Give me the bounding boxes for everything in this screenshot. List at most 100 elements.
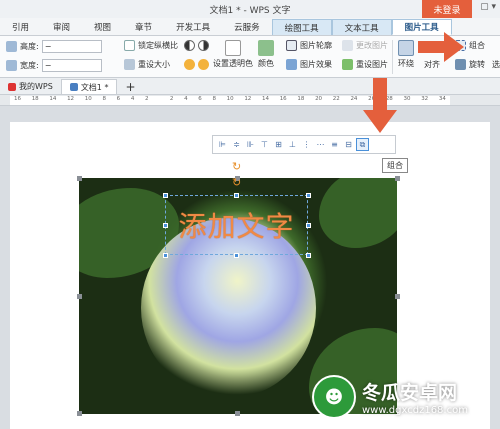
menu-cloud[interactable]: 云服务 [222,19,272,35]
ruler-tick-label: 8 [212,96,216,102]
align-right-icon[interactable]: ⊪ [244,138,257,151]
height-control: 高度: − [6,40,102,53]
effect-icon [286,59,297,70]
horizontal-ruler[interactable]: 16 18 14 12 10 8 6 4 2 2 4 6 8 10 12 14 16 18 20 22 24 26 28 30… [0,95,500,106]
textbox-handle[interactable] [234,253,239,258]
ruler-tick-label: 4 [130,96,135,102]
menu-developer[interactable]: 开发工具 [164,19,222,35]
doc-icon [69,83,78,91]
ruler-tick-label: 6 [198,96,202,102]
ruler-tick-label: 18 [297,96,305,102]
ruler-tick-label: 30 [403,96,411,102]
lock-ratio-label: 锁定纵横比 [138,41,178,50]
menu-view[interactable]: 视图 [82,19,123,35]
ruler-tick-label: 10 [84,96,92,102]
stack-icon[interactable]: ≡ [328,138,341,151]
wrap-icon [398,40,414,56]
color-button[interactable]: 颜色 [258,40,274,69]
select-label: 选 [492,60,500,69]
menu-references[interactable]: 引用 [0,19,41,35]
floating-align-toolbar: ⊫ ≑ ⊪ ⊤ ⊞ ⊥ ⋮ ⋯ ≡ ⊟ ⧉ [212,135,396,154]
sun-buttons[interactable] [184,59,209,70]
reset-picture-button[interactable]: 重设图片 [342,59,388,70]
reset-size-label: 重设大小 [138,60,170,69]
outline-icon [286,40,297,51]
picture-effect-button[interactable]: 图片效果 [286,59,332,70]
text-box-content[interactable]: 添加文字 [178,205,294,245]
reset-size-button[interactable]: 重设大小 [124,59,170,70]
height-label: 高度: [20,42,39,51]
change-picture-button[interactable]: 更改图片 [342,40,388,51]
transparent-color-button[interactable]: 设置透明色 [213,40,253,69]
rotate-label: 旋转 [469,60,485,69]
ruler-tick-label: 12 [244,96,252,102]
textbox-handle[interactable] [163,223,168,228]
watermark-title: 冬瓜安卓网 [362,382,458,404]
reset-picture-icon [342,59,353,70]
group-objects-icon[interactable]: ⧉ [356,138,369,151]
distribute-horizontal-icon[interactable]: ⋮ [300,138,313,151]
watermark-url: www.dgxcdz168.com [362,405,468,416]
sun-dim-icon [198,59,209,70]
wrap-label: 环绕 [398,59,414,68]
textbox-rotate-handle-icon[interactable]: ↻ [232,176,241,189]
textbox-handle[interactable] [306,253,311,258]
align-middle-icon[interactable]: ⊞ [272,138,285,151]
tab-document-1-label: 文档1 * [80,82,109,92]
color-icon [258,40,274,56]
add-tab-button[interactable]: + [117,79,143,94]
align-bottom-icon[interactable]: ⊥ [286,138,299,151]
distribute-vertical-icon[interactable]: ⋯ [314,138,327,151]
ruler-tick-label: 2 [169,96,174,102]
login-button[interactable]: 未登录 [422,0,472,18]
lock-ratio-checkbox[interactable]: 锁定纵横比 [124,40,178,51]
resize-handle[interactable] [235,411,240,416]
resize-handle[interactable] [77,411,82,416]
picture-outline-button[interactable]: 图片轮廓 [286,40,332,51]
outline-label: 图片轮廓 [300,41,332,50]
textbox-handle[interactable] [306,223,311,228]
tab-my-wps[interactable]: 我的WPS [0,79,61,94]
wrap-button[interactable]: 环绕 [398,40,414,69]
site-watermark: ☻ 冬瓜安卓网 www.dgxcdz168.com [312,375,468,419]
ruler-tick-label: 22 [332,96,340,102]
align-center-icon[interactable]: ≑ [230,138,243,151]
resize-handle[interactable] [395,294,400,299]
reset-picture-label: 重设图片 [356,60,388,69]
tab-document-1[interactable]: 文档1 * [60,79,118,94]
menu-section[interactable]: 章节 [123,19,164,35]
reset-size-icon [124,59,135,70]
align-top-icon[interactable]: ⊤ [258,138,271,151]
ruler-tick-label: 20 [315,96,323,102]
menu-text-tools[interactable]: 文本工具 [331,19,392,35]
arrange-icon[interactable]: ⊟ [342,138,355,151]
tab-my-wps-label: 我的WPS [19,82,53,91]
textbox-handle[interactable] [163,193,168,198]
resize-handle[interactable] [77,294,82,299]
transparent-label: 设置透明色 [213,59,253,68]
text-box[interactable]: 添加文字 [165,195,308,255]
resize-handle[interactable] [395,176,400,181]
checkbox-icon [124,40,135,51]
window-controls[interactable]: ▢ ▾ [480,2,496,12]
menu-drawing-tools[interactable]: 绘图工具 [271,19,332,35]
align-left-icon[interactable]: ⊫ [216,138,229,151]
textbox-handle[interactable] [163,253,168,258]
arrow-down-annotation [363,78,397,133]
resize-handle[interactable] [77,176,82,181]
textbox-handle[interactable] [234,193,239,198]
ruler-tick-label: 16 [279,96,287,102]
menu-review[interactable]: 审阅 [41,19,82,35]
ruler-tick-label: 6 [116,96,121,102]
select-button[interactable]: 选 [492,59,500,70]
contrast-buttons[interactable] [184,40,209,51]
sun-icon [184,59,195,70]
width-icon [6,60,17,71]
textbox-handle[interactable] [306,193,311,198]
rotate-handle-icon[interactable]: ↻ [232,160,241,173]
height-input[interactable]: − [41,40,102,53]
width-input[interactable]: − [41,59,102,72]
title-bar: 文档1 * - WPS 文字 未登录 ▢ ▾ [0,0,500,18]
wps-logo-icon [8,82,16,91]
document-tab-bar: 我的WPS 文档1 * + [0,78,500,95]
